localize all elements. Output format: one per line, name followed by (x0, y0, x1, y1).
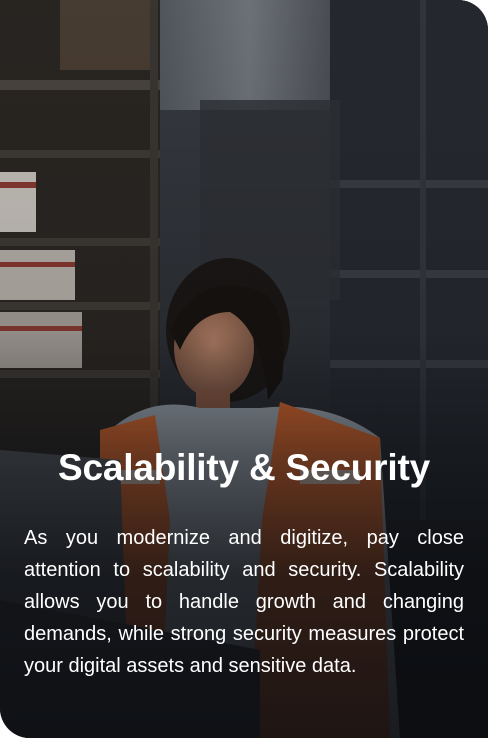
card-description: As you modernize and digitize, pay close… (24, 527, 464, 677)
feature-card: Scalability & Security As you modernize … (0, 0, 488, 738)
card-title: Scalability & Security (58, 447, 430, 488)
